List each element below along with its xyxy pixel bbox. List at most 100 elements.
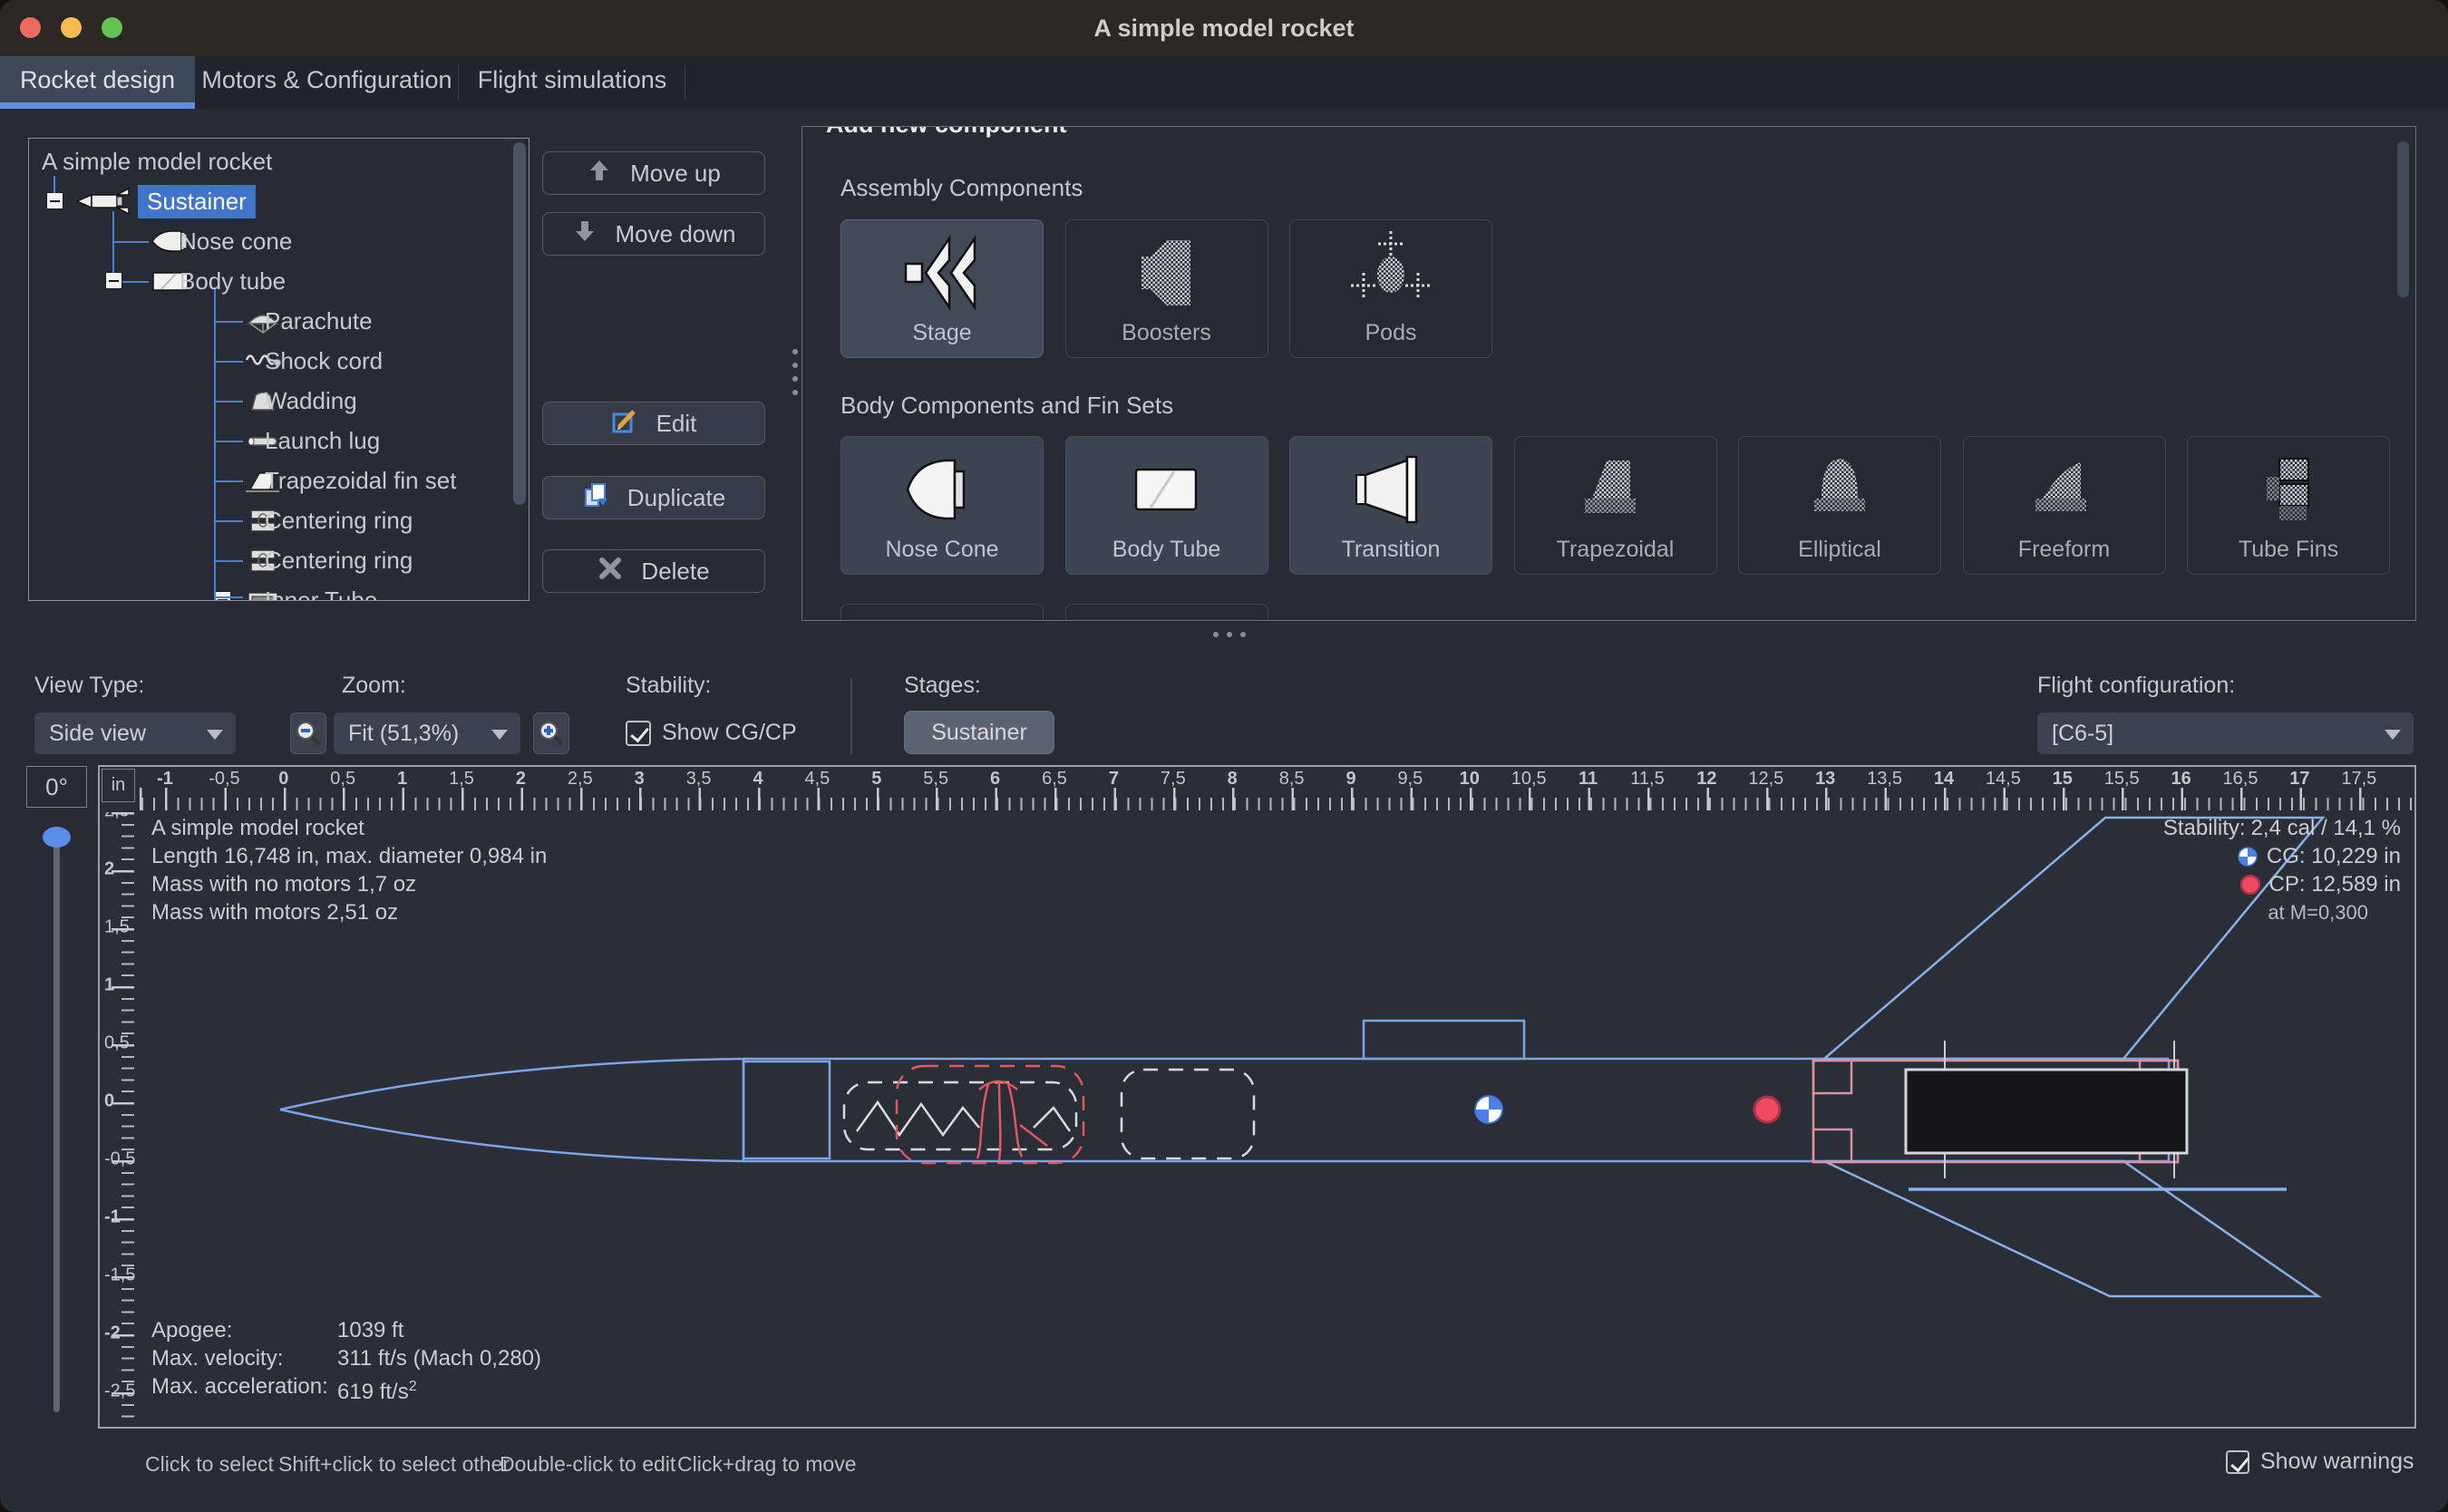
app-window: A simple model rocket Rocket designMotor… <box>0 0 2448 1512</box>
tree-item-nose-cone[interactable]: Nose cone <box>149 221 292 261</box>
tab-flight-simulations[interactable]: Flight simulations <box>459 56 685 109</box>
show-cgcp-checkbox[interactable]: Show CG/CP <box>626 720 797 746</box>
h-ruler-tick-label: 14,5 <box>1986 769 2021 790</box>
h-ruler-tick-label: -1 <box>157 769 173 790</box>
tab-rocket-design[interactable]: Rocket design <box>0 56 195 109</box>
component-button-partial[interactable] <box>1065 604 1268 621</box>
splitter-handle-horizontal[interactable] <box>1213 632 1246 637</box>
component-button-pods[interactable]: Pods <box>1289 219 1492 358</box>
tree-expander[interactable] <box>46 192 63 209</box>
tree-item-inner-tube[interactable]: Inner Tube <box>243 580 377 601</box>
wadding-outline[interactable] <box>1122 1070 1254 1158</box>
tab-motors-configuration[interactable]: Motors & Configuration <box>195 56 459 109</box>
component-tree-panel[interactable]: A simple model rocketSustainerNose coneB… <box>28 138 529 601</box>
duplicate-pages-icon <box>582 481 609 515</box>
tree-item-shock-cord[interactable]: Shock cord <box>243 341 383 381</box>
tree-connector-line <box>214 289 216 601</box>
h-ruler-tick-label: 1 <box>397 769 407 790</box>
rocket-drawing[interactable] <box>136 812 2416 1429</box>
arrow-down-icon <box>572 218 597 250</box>
status-hint: Click+drag to move <box>677 1452 857 1477</box>
h-ruler-tick-label: 4,5 <box>804 769 830 790</box>
delete-x-icon <box>597 556 623 587</box>
magnifier-plus-icon <box>537 719 566 748</box>
shock-cord-outline[interactable] <box>844 1082 1076 1149</box>
component-button-transition[interactable]: Transition <box>1289 436 1492 575</box>
h-ruler-tick-label: 2 <box>516 769 526 790</box>
elliptical-fin-icon <box>1796 446 1883 538</box>
rotation-angle-value: 0° <box>26 766 87 808</box>
delete-button[interactable]: Delete <box>542 549 765 593</box>
add-panel-scrollbar[interactable] <box>2397 141 2409 297</box>
tree-connector-line <box>113 241 149 243</box>
tree-expander[interactable] <box>105 272 122 289</box>
v-ruler-tick-label: 1 <box>104 974 114 995</box>
tree-connector-line <box>215 441 243 442</box>
tree-connector-line <box>122 281 149 283</box>
component-button-freeform[interactable]: Freeform <box>1963 436 2166 575</box>
tree-root-item[interactable]: A simple model rocket <box>42 141 272 181</box>
tree-scrollbar[interactable] <box>513 142 526 505</box>
show-warnings-checkbox[interactable]: Show warnings <box>2226 1449 2414 1475</box>
rotation-slider-knob[interactable] <box>43 827 71 848</box>
h-ruler-tick-label: 5,5 <box>923 769 948 790</box>
nose-cone-outline[interactable] <box>280 1059 830 1161</box>
edit-button[interactable]: Edit <box>542 402 765 445</box>
rotation-slider-track[interactable] <box>53 838 60 1412</box>
tree-item-wadding[interactable]: Wadding <box>243 381 357 421</box>
component-button-trapezoidal[interactable]: Trapezoidal <box>1514 436 1717 575</box>
chevron-down-icon <box>207 730 223 740</box>
h-ruler-tick-label: 16 <box>2171 769 2191 790</box>
tree-item-body-tube[interactable]: Body tube <box>149 261 286 301</box>
launch-lug-outline[interactable] <box>1364 1021 1524 1059</box>
tube-fins-icon <box>2245 446 2332 538</box>
h-ruler-tick-label: 6,5 <box>1042 769 1067 790</box>
duplicate-button[interactable]: Duplicate <box>542 476 765 519</box>
section-label-1: Body Components and Fin Sets <box>840 392 1173 420</box>
v-ruler-tick-label: 0,5 <box>104 1032 130 1053</box>
splitter-handle-vertical[interactable] <box>792 349 798 395</box>
component-button-elliptical[interactable]: Elliptical <box>1738 436 1941 575</box>
rocket-figure-panel[interactable]: in -1-0,500,511,522,533,544,555,566,577,… <box>98 765 2416 1429</box>
zoom-label: Zoom: <box>342 673 406 699</box>
tree-item-centering-ring[interactable]: Centering ring <box>243 540 413 580</box>
h-ruler-tick-label: 2,5 <box>568 769 593 790</box>
stage-icon <box>899 229 986 321</box>
component-button-boosters[interactable]: Boosters <box>1065 219 1268 358</box>
h-ruler-tick-label: 9,5 <box>1397 769 1423 790</box>
zoom-out-button[interactable] <box>290 712 326 754</box>
h-ruler-tick-label: 17 <box>2289 769 2309 790</box>
stage-toggle-sustainer[interactable]: Sustainer <box>904 711 1054 754</box>
component-button-partial[interactable] <box>840 604 1044 621</box>
stability-label: Stability: <box>626 673 711 699</box>
cp-marker <box>1754 1097 1780 1122</box>
v-ruler-tick-label: 2 <box>104 858 114 879</box>
fin-set-outline[interactable] <box>1824 818 2323 1296</box>
h-ruler-tick-label: 1,5 <box>449 769 474 790</box>
tree-item-parachute[interactable]: Parachute <box>243 301 373 341</box>
v-ruler-tick-label: -0,5 <box>104 1149 135 1169</box>
chevron-down-icon <box>491 730 508 740</box>
zoom-dropdown[interactable]: Fit (51,3%) <box>334 712 520 754</box>
component-button-tube-fins[interactable]: Tube Fins <box>2187 436 2390 575</box>
motor-outline[interactable] <box>1906 1070 2187 1153</box>
component-button-stage[interactable]: Stage <box>840 219 1044 358</box>
tree-item-centering-ring[interactable]: Centering ring <box>243 500 413 540</box>
v-ruler-tick-label: -2 <box>104 1323 121 1343</box>
tree-item-launch-lug[interactable]: Launch lug <box>243 421 380 460</box>
tree-connector-line <box>215 321 243 323</box>
move-up-button[interactable]: Move up <box>542 151 765 195</box>
component-button-body-tube[interactable]: Body Tube <box>1065 436 1268 575</box>
tree-item-sustainer[interactable]: Sustainer <box>74 181 256 221</box>
flight-config-dropdown[interactable]: [C6-5] <box>2037 712 2414 754</box>
view-type-dropdown[interactable]: Side view <box>34 712 236 754</box>
h-ruler-tick-label: 6 <box>990 769 1000 790</box>
freeform-fin-icon <box>2021 446 2108 538</box>
move-down-button[interactable]: Move down <box>542 212 765 256</box>
tree-item-trapezoidal-fin-set[interactable]: Trapezoidal fin set <box>243 460 456 500</box>
zoom-in-button[interactable] <box>533 712 569 754</box>
h-ruler-tick-label: 4 <box>753 769 763 790</box>
add-new-component-panel: Add new component Assembly ComponentsSta… <box>801 126 2416 621</box>
magnifier-minus-icon <box>294 719 323 748</box>
component-button-nose-cone[interactable]: Nose Cone <box>840 436 1044 575</box>
